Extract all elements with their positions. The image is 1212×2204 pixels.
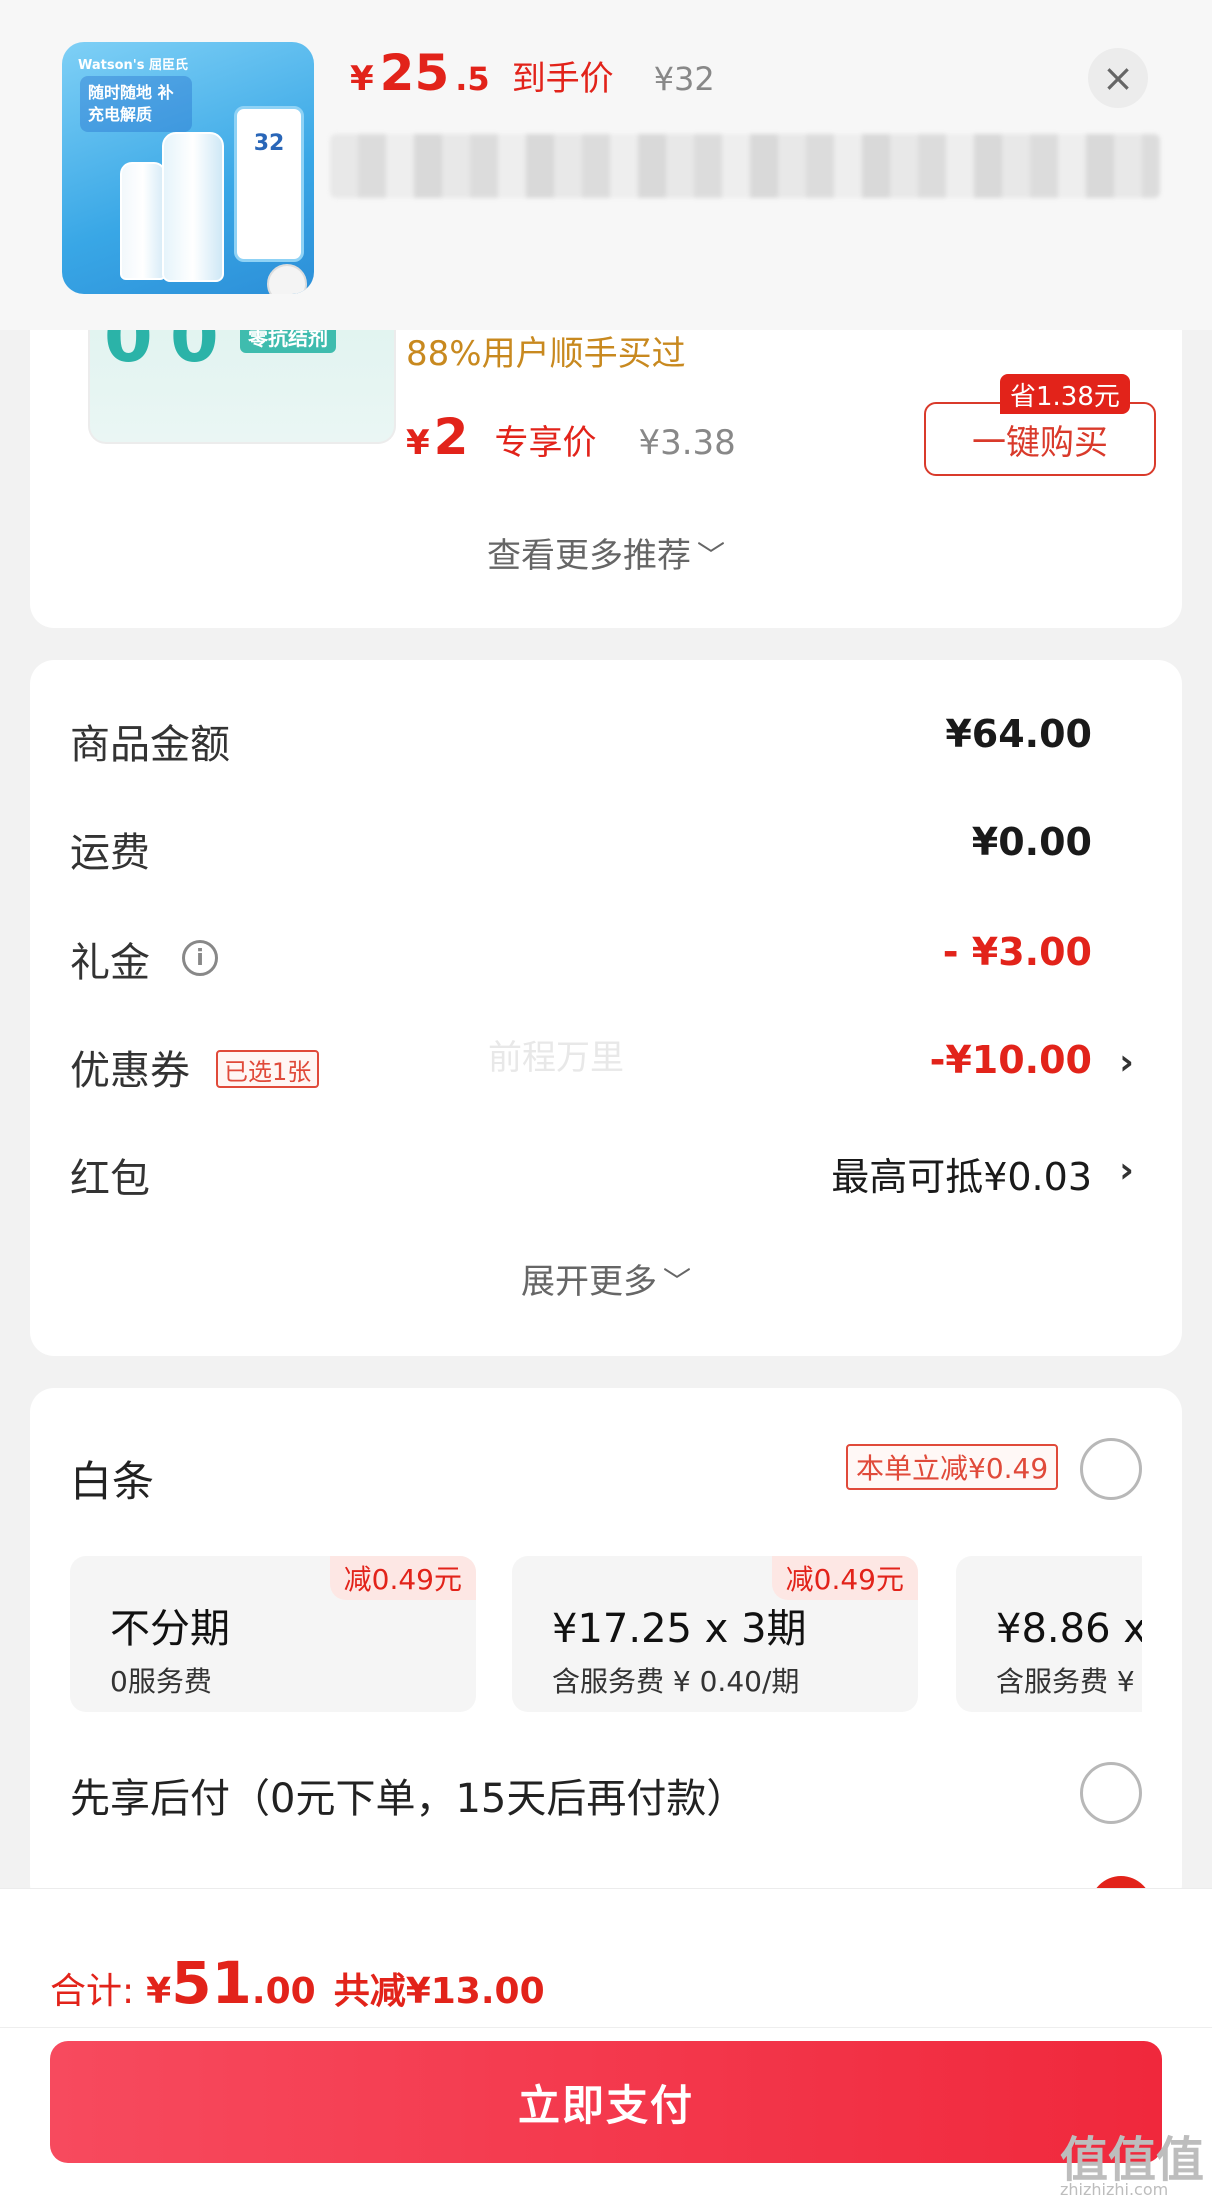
ball-image — [267, 264, 307, 294]
amount-row-shipping: 运费 ¥0.00 — [70, 820, 1142, 880]
promo-card-image: 32 — [234, 106, 304, 262]
price-currency: ¥ — [406, 423, 430, 463]
pay-now-button[interactable]: 立即支付 — [50, 2041, 1162, 2163]
row-label: 优惠券 — [70, 1048, 190, 1094]
plan-fee: 含服务费 ¥ 0.40/期 — [552, 1665, 800, 1698]
product-title-blurred — [330, 134, 1160, 198]
total-label: 合计: — [50, 1971, 135, 2012]
order-amount-card: 商品金额 ¥64.00 运费 ¥0.00 礼金 i - ¥3.00 优惠券 已选… — [30, 660, 1182, 1356]
price-decimal: .5 — [455, 60, 490, 98]
price-integer: 25 — [379, 44, 450, 102]
plan-fee: 含服务费 ¥ 0.20/期 — [996, 1665, 1142, 1698]
close-icon: × — [1102, 56, 1134, 100]
row-value: -¥10.00 — [929, 1038, 1092, 1082]
row-value: - ¥3.00 — [942, 930, 1092, 974]
info-icon[interactable]: i — [182, 940, 218, 976]
coupon-selected-badge: 已选1张 — [216, 1050, 320, 1088]
baitiao-radio[interactable] — [1080, 1438, 1142, 1500]
save-badge: 省1.38元 — [1000, 374, 1130, 414]
price-currency: ¥ — [350, 59, 374, 99]
total-currency: ¥ — [146, 1971, 172, 2012]
site-watermark: 值值值 zhizhizhi.com — [1060, 2120, 1210, 2204]
order-total: 合计: ¥ 51 .00 共减¥13.00 — [50, 1949, 545, 2017]
product-header: Watson's 屈臣氏 随时随地 补充电解质 32 ¥ 25 .5 到手价 ¥… — [0, 0, 1212, 330]
plan-discount-badge: 减0.49元 — [771, 1556, 918, 1600]
plan-title: ¥8.86 x 6期 — [996, 1606, 1142, 1652]
more-recommendations-label: 查看更多推荐 — [486, 536, 691, 576]
bottle-image — [162, 132, 224, 282]
pay-later-label: 先享后付（0元下单，15天后再付款） — [70, 1776, 747, 1822]
plan-discount-badge: 减0.49元 — [329, 1556, 476, 1600]
more-recommendations-link[interactable]: 查看更多推荐 ﹀ — [30, 528, 1182, 577]
final-price: ¥ 25 .5 到手价 ¥32 — [350, 44, 715, 102]
site-watermark-url: zhizhizhi.com — [1060, 2180, 1169, 2199]
total-saved: 共减¥13.00 — [333, 1971, 545, 2012]
installment-plan-3[interactable]: 减0.49元 ¥17.25 x 3期 含服务费 ¥ 0.40/期 — [512, 1556, 918, 1712]
row-label: 红包 — [70, 1156, 150, 1202]
chevron-right-icon: › — [1119, 1150, 1134, 1191]
recommended-price: ¥ 2 专享价 ¥3.38 — [406, 408, 736, 466]
total-decimal: .00 — [251, 1971, 316, 2012]
row-value: 最高可抵¥0.03 — [831, 1155, 1092, 1199]
checkout-bar: 合计: ¥ 51 .00 共减¥13.00 立即支付 — [0, 1888, 1212, 2204]
plan-title: 不分期 — [110, 1606, 230, 1652]
chevron-right-icon: › — [1119, 1042, 1134, 1083]
payment-method-card: 白条 本单立减¥0.49 减0.49元 不分期 0服务费 减0.49元 ¥17.… — [30, 1388, 1182, 1908]
row-label: 礼金 — [70, 940, 150, 986]
plan-fee: 0服务费 — [110, 1665, 212, 1698]
chevron-down-icon: ﹀ — [696, 539, 725, 572]
watermark-text: 前程万里 — [488, 1038, 624, 1078]
promo-card-number: 32 — [253, 131, 285, 156]
baitiao-title: 白条 — [70, 1457, 155, 1506]
divider — [0, 2027, 1212, 2028]
amount-row-goods: 商品金额 ¥64.00 — [70, 712, 1142, 772]
installment-plans: 减0.49元 不分期 0服务费 减0.49元 ¥17.25 x 3期 含服务费 … — [70, 1556, 1142, 1716]
plan-title: ¥17.25 x 3期 — [552, 1606, 807, 1652]
product-thumbnail[interactable]: Watson's 屈臣氏 随时随地 补充电解质 32 — [62, 42, 314, 294]
expand-more-label: 展开更多 — [520, 1262, 657, 1302]
close-button[interactable]: × — [1088, 48, 1148, 108]
exclusive-price-label: 专享价 — [494, 423, 597, 463]
row-value: ¥64.00 — [945, 712, 1092, 756]
amount-row-gift-money: 礼金 i - ¥3.00 — [70, 930, 1142, 990]
chevron-down-icon: ﹀ — [662, 1265, 691, 1298]
price-value: 2 — [433, 408, 469, 466]
original-price: ¥3.38 — [638, 423, 736, 463]
instant-discount-badge: 本单立减¥0.49 — [846, 1444, 1059, 1490]
bought-stat: 88%用户顺手买过 — [406, 334, 686, 374]
installment-plan-none[interactable]: 减0.49元 不分期 0服务费 — [70, 1556, 476, 1712]
total-integer: 51 — [171, 1949, 252, 2017]
thumb-slogan: 随时随地 补充电解质 — [80, 76, 192, 132]
final-price-label: 到手价 — [511, 59, 614, 99]
installment-plan-6[interactable]: ¥8.86 x 6期 含服务费 ¥ 0.20/期 — [956, 1556, 1142, 1712]
original-price: ¥32 — [653, 60, 715, 98]
row-label: 商品金额 — [70, 722, 230, 768]
pay-later-radio[interactable] — [1080, 1762, 1142, 1824]
expand-more-link[interactable]: 展开更多 ﹀ — [30, 1254, 1182, 1303]
amount-row-red-packet[interactable]: 红包 最高可抵¥0.03 › — [70, 1146, 1142, 1206]
row-label: 运费 — [70, 830, 150, 876]
thumb-brand: Watson's 屈臣氏 — [78, 58, 189, 73]
bottle-image — [120, 162, 166, 280]
row-value: ¥0.00 — [971, 820, 1092, 864]
